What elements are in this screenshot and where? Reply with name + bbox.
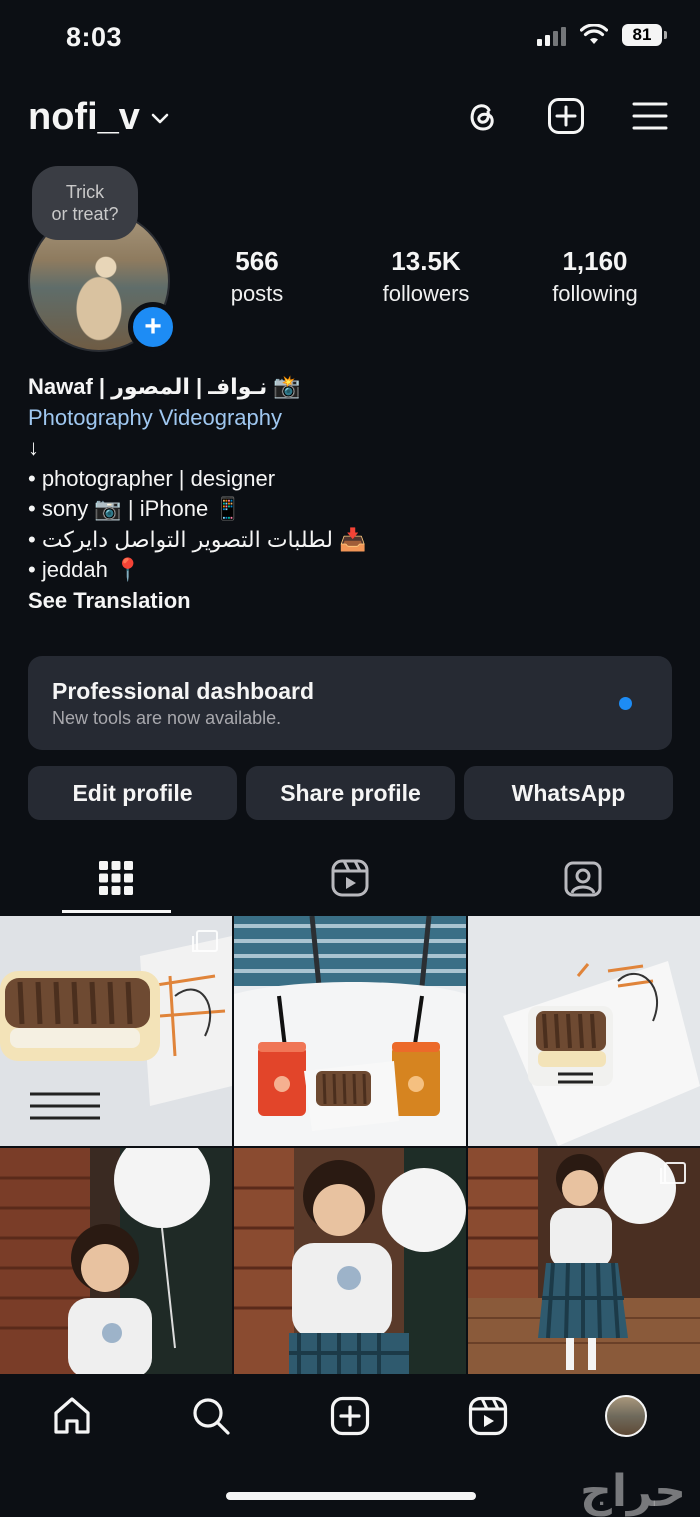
- dashboard-title: Professional dashboard: [52, 678, 315, 704]
- stat-posts[interactable]: 566 posts: [207, 246, 307, 307]
- search-icon: [193, 1398, 230, 1435]
- menu-icon[interactable]: [630, 96, 670, 136]
- post-thumbnail[interactable]: [468, 1148, 700, 1378]
- reels-icon: [468, 1396, 508, 1436]
- tab-reels[interactable]: [300, 856, 400, 900]
- tagged-icon: [564, 861, 602, 897]
- cellular-signal-icon: [537, 24, 566, 46]
- username: nofi_v: [28, 96, 140, 138]
- create-icon: [330, 1396, 370, 1436]
- profile-avatar-small: [605, 1395, 647, 1437]
- stat-label: following: [552, 281, 638, 306]
- nav-home[interactable]: [50, 1394, 94, 1438]
- whatsapp-button[interactable]: WhatsApp: [464, 766, 673, 820]
- post-image: [234, 1148, 466, 1378]
- stat-value: 1,160: [562, 246, 628, 276]
- bio-section: Nawaf | نـوافـ | المصور 📸 Photography Vi…: [28, 372, 668, 616]
- account-switcher[interactable]: nofi_v: [28, 96, 170, 139]
- display-name: Nawaf | نـوافـ | المصور 📸: [28, 374, 301, 399]
- stat-value: 566: [235, 246, 279, 276]
- category-link[interactable]: Photography Videography: [28, 403, 668, 434]
- reels-icon: [331, 859, 369, 897]
- multiple-posts-icon: [660, 1162, 686, 1184]
- bio-line: • sony 📷 | iPhone 📱: [28, 496, 242, 521]
- note-line-1: Trick: [65, 182, 105, 202]
- wifi-icon: [580, 24, 608, 44]
- threads-icon[interactable]: [462, 96, 502, 136]
- grid-icon: [99, 861, 133, 895]
- chevron-down-icon: [151, 113, 169, 123]
- new-indicator-dot: [619, 697, 632, 710]
- edit-profile-button[interactable]: Edit profile: [28, 766, 237, 820]
- create-post-icon[interactable]: [546, 96, 586, 136]
- nav-profile[interactable]: [604, 1394, 648, 1438]
- post-thumbnail[interactable]: [234, 916, 466, 1146]
- post-image: [234, 916, 466, 1146]
- post-image: [0, 1148, 232, 1378]
- bio-arrow: ↓: [28, 435, 39, 460]
- battery-indicator: 81: [622, 24, 667, 46]
- post-thumbnail[interactable]: [234, 1148, 466, 1378]
- stat-label: posts: [230, 281, 284, 306]
- bio-line: • photographer | designer: [28, 465, 276, 491]
- watermark: حراج: [580, 1467, 686, 1516]
- home-icon: [54, 1397, 90, 1434]
- post-image: [468, 916, 700, 1146]
- post-thumbnail[interactable]: [468, 916, 700, 1146]
- tab-grid[interactable]: [66, 856, 166, 900]
- status-time: 8:03: [66, 22, 123, 52]
- bio-line: • لطلبات التصوير التواصل دايركت 📥: [28, 526, 367, 552]
- header-actions: [462, 96, 670, 136]
- note-bubble[interactable]: Trick or treat?: [32, 166, 138, 240]
- nav-reels[interactable]: [466, 1394, 510, 1438]
- post-thumbnail[interactable]: [0, 916, 232, 1146]
- stat-following[interactable]: 1,160 following: [535, 246, 655, 307]
- post-thumbnail[interactable]: [0, 1148, 232, 1378]
- bio-line: • jeddah 📍: [28, 557, 142, 582]
- add-story-icon[interactable]: +: [128, 302, 178, 352]
- home-indicator: [226, 1492, 476, 1500]
- tab-tagged[interactable]: [533, 856, 633, 900]
- status-icons: 81: [537, 24, 667, 46]
- multiple-posts-icon: [192, 930, 218, 952]
- professional-dashboard-card[interactable]: Professional dashboard New tools are now…: [28, 656, 672, 750]
- stat-value: 13.5K: [391, 246, 461, 276]
- stat-followers[interactable]: 13.5K followers: [366, 246, 486, 307]
- stat-label: followers: [382, 281, 470, 306]
- note-line-2: or treat?: [51, 204, 119, 224]
- dashboard-subtitle: New tools are now available.: [52, 708, 282, 728]
- see-translation-link[interactable]: See Translation: [28, 586, 668, 617]
- nav-search[interactable]: [189, 1394, 233, 1438]
- active-tab-indicator: [62, 910, 171, 913]
- nav-create[interactable]: [328, 1394, 372, 1438]
- share-profile-button[interactable]: Share profile: [246, 766, 455, 820]
